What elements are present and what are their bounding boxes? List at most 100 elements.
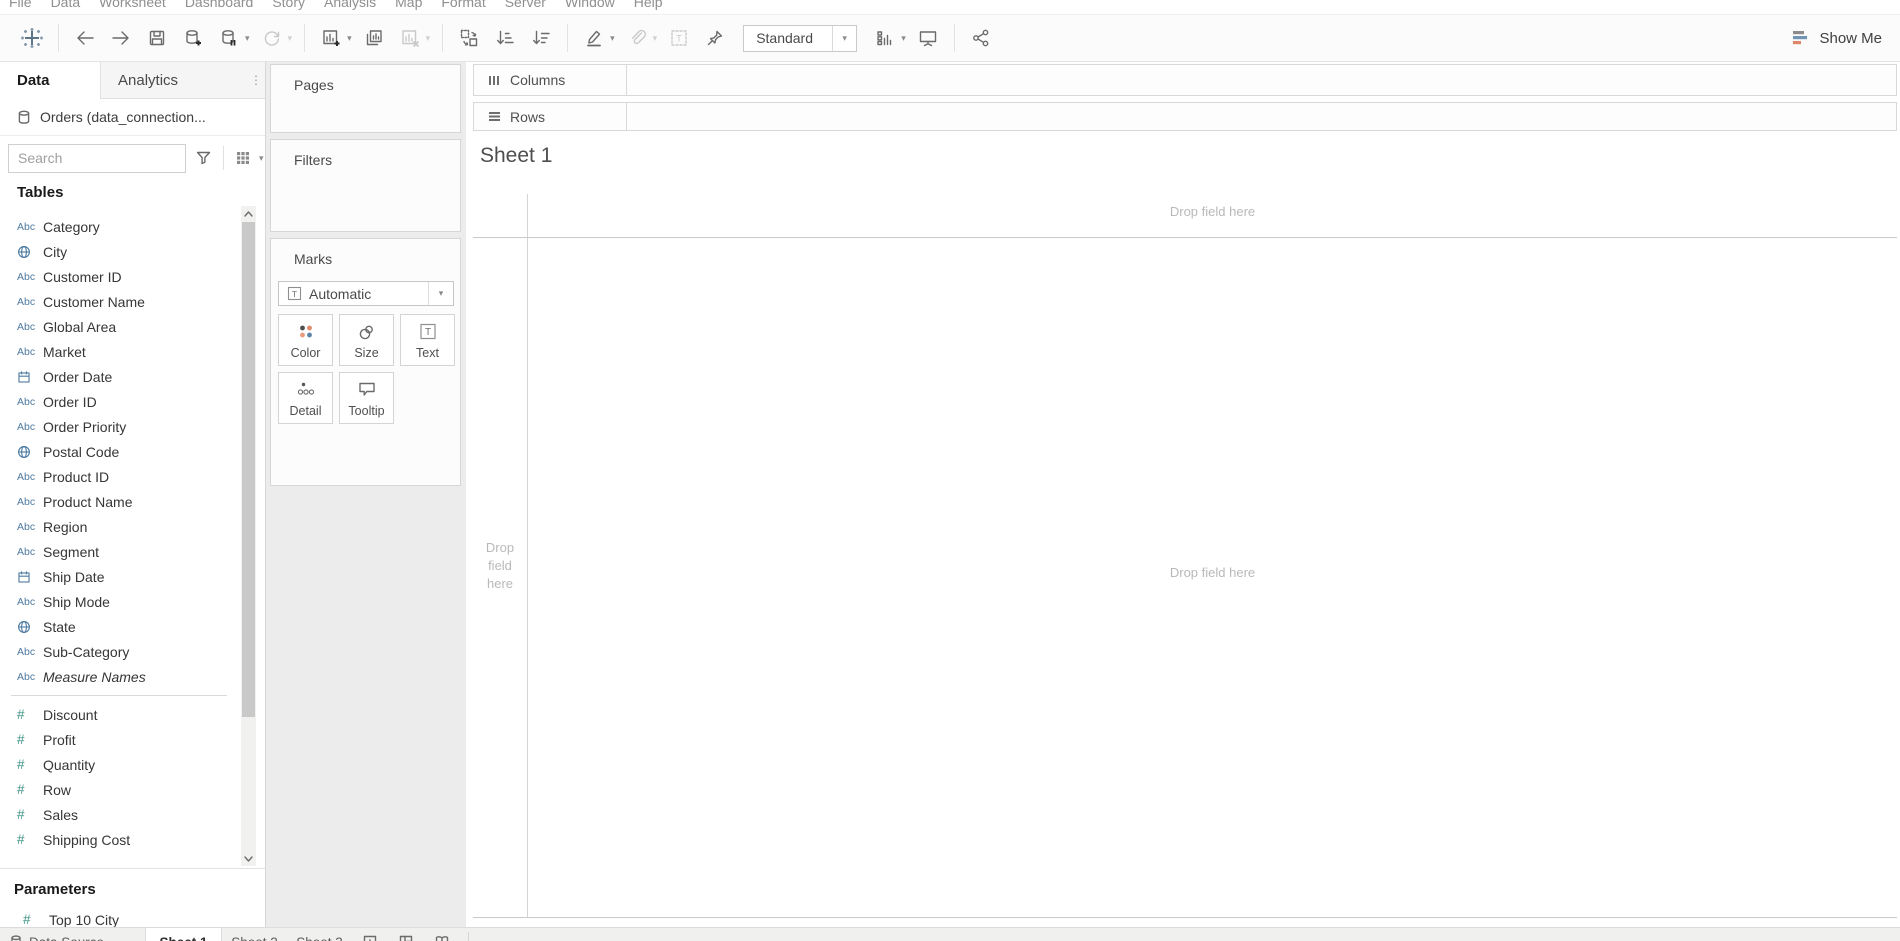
field-item[interactable]: Customer ID (0, 264, 240, 289)
pane-handle-icon[interactable]: ⋮ (247, 62, 265, 99)
menu-item[interactable]: File (9, 0, 32, 10)
sort-descending-button[interactable] (529, 23, 553, 53)
field-item[interactable]: Postal Code (0, 439, 240, 464)
mark-type-caret[interactable]: ▾ (428, 282, 453, 305)
field-item[interactable]: Region (0, 514, 240, 539)
pages-card[interactable]: Pages (270, 64, 461, 133)
new-dashboard-tab-icon[interactable] (399, 928, 413, 941)
pause-auto-updates-caret[interactable]: ▾ (245, 33, 250, 43)
new-worksheet-button[interactable] (319, 23, 343, 53)
presentation-mode-button[interactable] (916, 23, 940, 53)
save-button[interactable] (145, 23, 169, 53)
field-item[interactable]: Order Date (0, 364, 240, 389)
field-item[interactable]: Category (0, 214, 240, 239)
menu-item[interactable]: Format (441, 0, 485, 10)
fit-selector[interactable]: Standard ▾ (743, 24, 858, 52)
size-button[interactable]: Size (339, 314, 394, 366)
text-icon: T (419, 323, 436, 340)
detail-button[interactable]: Detail (278, 372, 333, 424)
clear-sheet-button[interactable] (398, 23, 422, 53)
field-item[interactable]: Customer Name (0, 289, 240, 314)
field-item[interactable]: Quantity (0, 752, 240, 777)
show-me-button[interactable]: Show Me (1788, 22, 1886, 54)
menu-item[interactable]: Help (634, 0, 663, 10)
field-item[interactable]: Market (0, 339, 240, 364)
fit-selector-caret[interactable]: ▾ (832, 25, 856, 51)
field-item[interactable]: Row (0, 777, 240, 802)
drop-zone-canvas[interactable]: Drop field here (528, 565, 1897, 580)
new-data-source-button[interactable] (181, 23, 205, 53)
view-options-caret[interactable]: ▾ (259, 153, 264, 163)
menu-item[interactable]: Window (565, 0, 615, 10)
field-item[interactable]: Product Name (0, 489, 240, 514)
group-members-button[interactable] (625, 23, 649, 53)
tab-data-source[interactable]: Data Source (0, 928, 145, 941)
columns-shelf[interactable]: Columns (473, 64, 1897, 96)
field-item[interactable]: Ship Date (0, 564, 240, 589)
field-item[interactable]: Sales (0, 802, 240, 827)
undo-back-button[interactable] (73, 23, 97, 53)
share-workbook-button[interactable] (969, 23, 993, 53)
data-source-connection[interactable]: Orders (data_connection... (0, 99, 265, 136)
tooltip-button[interactable]: Tooltip (339, 372, 394, 424)
field-item[interactable]: Sub-Category (0, 639, 240, 664)
rows-shelf[interactable]: Rows (473, 102, 1897, 131)
swap-rows-columns-button[interactable] (457, 23, 481, 53)
field-item[interactable]: Shipping Cost (0, 827, 240, 852)
new-worksheet-caret[interactable]: ▾ (347, 33, 352, 43)
drop-zone-columns[interactable]: Drop field here (528, 204, 1897, 219)
mark-type-dropdown[interactable]: T Automatic ▾ (278, 281, 454, 306)
drop-zone-rows[interactable]: Drop field here (473, 539, 527, 593)
field-list-scrollbar[interactable] (241, 206, 256, 866)
menu-item[interactable]: Map (395, 0, 422, 10)
pause-auto-updates-button[interactable] (217, 23, 241, 53)
menu-item[interactable]: Data (51, 0, 81, 10)
menu-item[interactable]: Analysis (324, 0, 376, 10)
field-item[interactable]: Profit (0, 727, 240, 752)
sort-ascending-button[interactable] (493, 23, 517, 53)
tab-sheet-1[interactable]: Sheet 1 (145, 928, 222, 941)
show-hide-cards-button[interactable] (873, 23, 897, 53)
field-item[interactable]: Discount (0, 702, 240, 727)
text-button[interactable]: T Text (400, 314, 455, 366)
sheet-title[interactable]: Sheet 1 (480, 144, 552, 168)
search-input[interactable] (9, 150, 205, 166)
tableau-logo-icon[interactable] (20, 23, 44, 53)
menu-item[interactable]: Server (505, 0, 546, 10)
scroll-up-icon[interactable] (241, 206, 256, 221)
fix-axes-pin-button[interactable] (703, 23, 727, 53)
show-hide-cards-caret[interactable]: ▾ (901, 33, 906, 43)
highlight-button[interactable] (582, 23, 606, 53)
view-options-grid-icon[interactable] (231, 143, 255, 173)
scroll-down-icon[interactable] (241, 851, 256, 866)
tab-analytics[interactable]: Analytics (100, 62, 247, 99)
filters-card[interactable]: Filters (270, 139, 461, 232)
menu-item[interactable]: Dashboard (185, 0, 254, 10)
field-item[interactable]: State (0, 614, 240, 639)
tab-data[interactable]: Data (0, 62, 100, 99)
field-item[interactable]: Global Area (0, 314, 240, 339)
tab-sheet-3[interactable]: Sheet 3 (287, 928, 352, 941)
field-item[interactable]: City (0, 239, 240, 264)
tooltip-button-label: Tooltip (348, 404, 385, 418)
show-mark-labels-button[interactable]: T (667, 23, 691, 53)
field-item[interactable]: Segment (0, 539, 240, 564)
menu-item[interactable]: Story (272, 0, 305, 10)
field-label: Market (43, 343, 86, 360)
redo-forward-button[interactable] (109, 23, 133, 53)
tab-sheet-2[interactable]: Sheet 2 (222, 928, 287, 941)
tab-data-label: Data (17, 72, 50, 89)
scrollbar-thumb[interactable] (242, 222, 255, 717)
field-item[interactable]: Order ID (0, 389, 240, 414)
field-item[interactable]: Ship Mode (0, 589, 240, 614)
highlight-caret[interactable]: ▾ (610, 33, 615, 43)
new-worksheet-tab-icon[interactable] (363, 928, 377, 941)
field-item[interactable]: Product ID (0, 464, 240, 489)
run-update-button[interactable] (260, 23, 284, 53)
field-item[interactable]: Order Priority (0, 414, 240, 439)
new-story-tab-icon[interactable] (435, 928, 449, 941)
duplicate-sheet-button[interactable] (362, 23, 386, 53)
menu-item[interactable]: Worksheet (99, 0, 166, 10)
color-button[interactable]: Color (278, 314, 333, 366)
field-item[interactable]: Measure Names (0, 664, 240, 689)
